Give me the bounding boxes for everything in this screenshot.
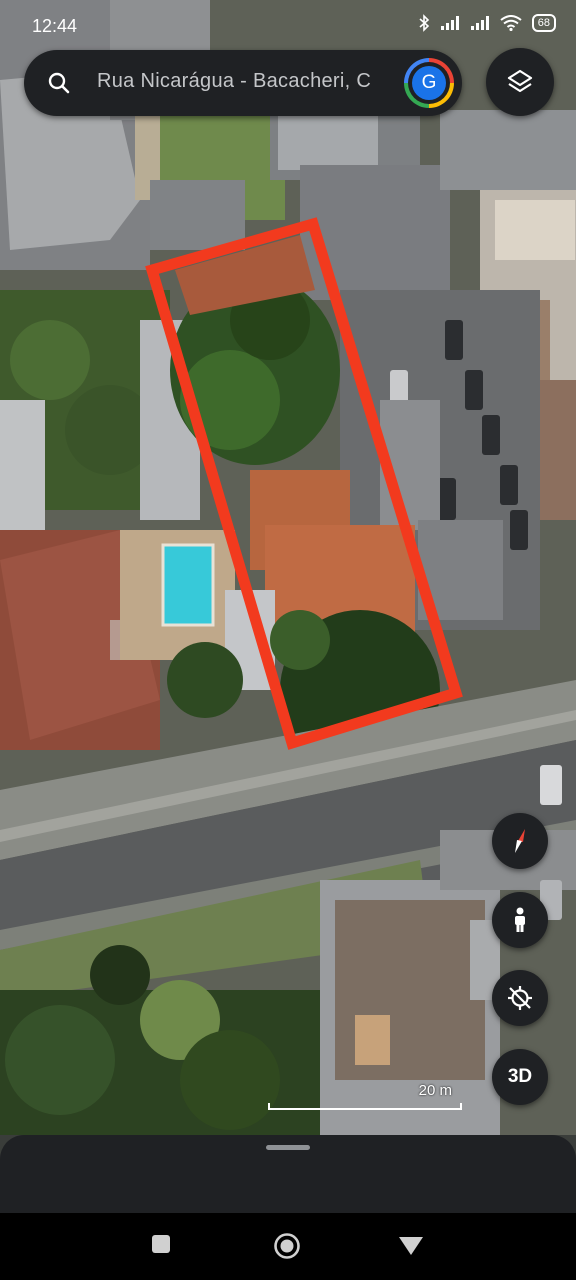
my-location-button[interactable] xyxy=(492,970,548,1026)
scale-bar xyxy=(268,1103,462,1110)
wifi-icon xyxy=(500,15,522,31)
signal-icon xyxy=(470,16,489,30)
drag-handle[interactable] xyxy=(266,1145,310,1150)
pegman-icon xyxy=(515,907,525,932)
recents-button[interactable] xyxy=(150,1233,172,1255)
battery-icon: 68 xyxy=(531,14,556,32)
status-bar: 12:44 68 xyxy=(0,0,576,50)
3d-label: 3D xyxy=(507,1066,533,1087)
home-button[interactable] xyxy=(272,1231,302,1261)
bottom-sheet[interactable] xyxy=(0,1135,576,1213)
satellite-map[interactable] xyxy=(0,0,576,1135)
compass-icon xyxy=(515,829,525,853)
location-off-icon xyxy=(508,986,532,1010)
account-avatar[interactable]: G xyxy=(404,58,454,108)
layers-icon xyxy=(507,69,533,93)
status-time: 12:44 xyxy=(32,16,78,36)
signal-icon xyxy=(440,16,459,30)
search-icon[interactable] xyxy=(46,70,72,96)
bluetooth-icon xyxy=(419,14,429,32)
avatar-letter: G xyxy=(412,66,446,100)
system-nav-bar xyxy=(0,1213,576,1280)
compass-button[interactable] xyxy=(492,813,548,869)
3d-toggle-button[interactable]: 3D xyxy=(492,1049,548,1105)
scale-label: 20 m xyxy=(418,1082,452,1099)
map-scale: 20 m xyxy=(268,1080,462,1110)
street-view-button[interactable] xyxy=(492,892,548,948)
layers-button[interactable] xyxy=(486,48,554,116)
back-button[interactable] xyxy=(398,1235,424,1257)
search-bar[interactable]: Rua Nicarágua - Bacacheri, C G xyxy=(24,50,462,116)
search-input[interactable]: Rua Nicarágua - Bacacheri, C xyxy=(97,70,393,93)
